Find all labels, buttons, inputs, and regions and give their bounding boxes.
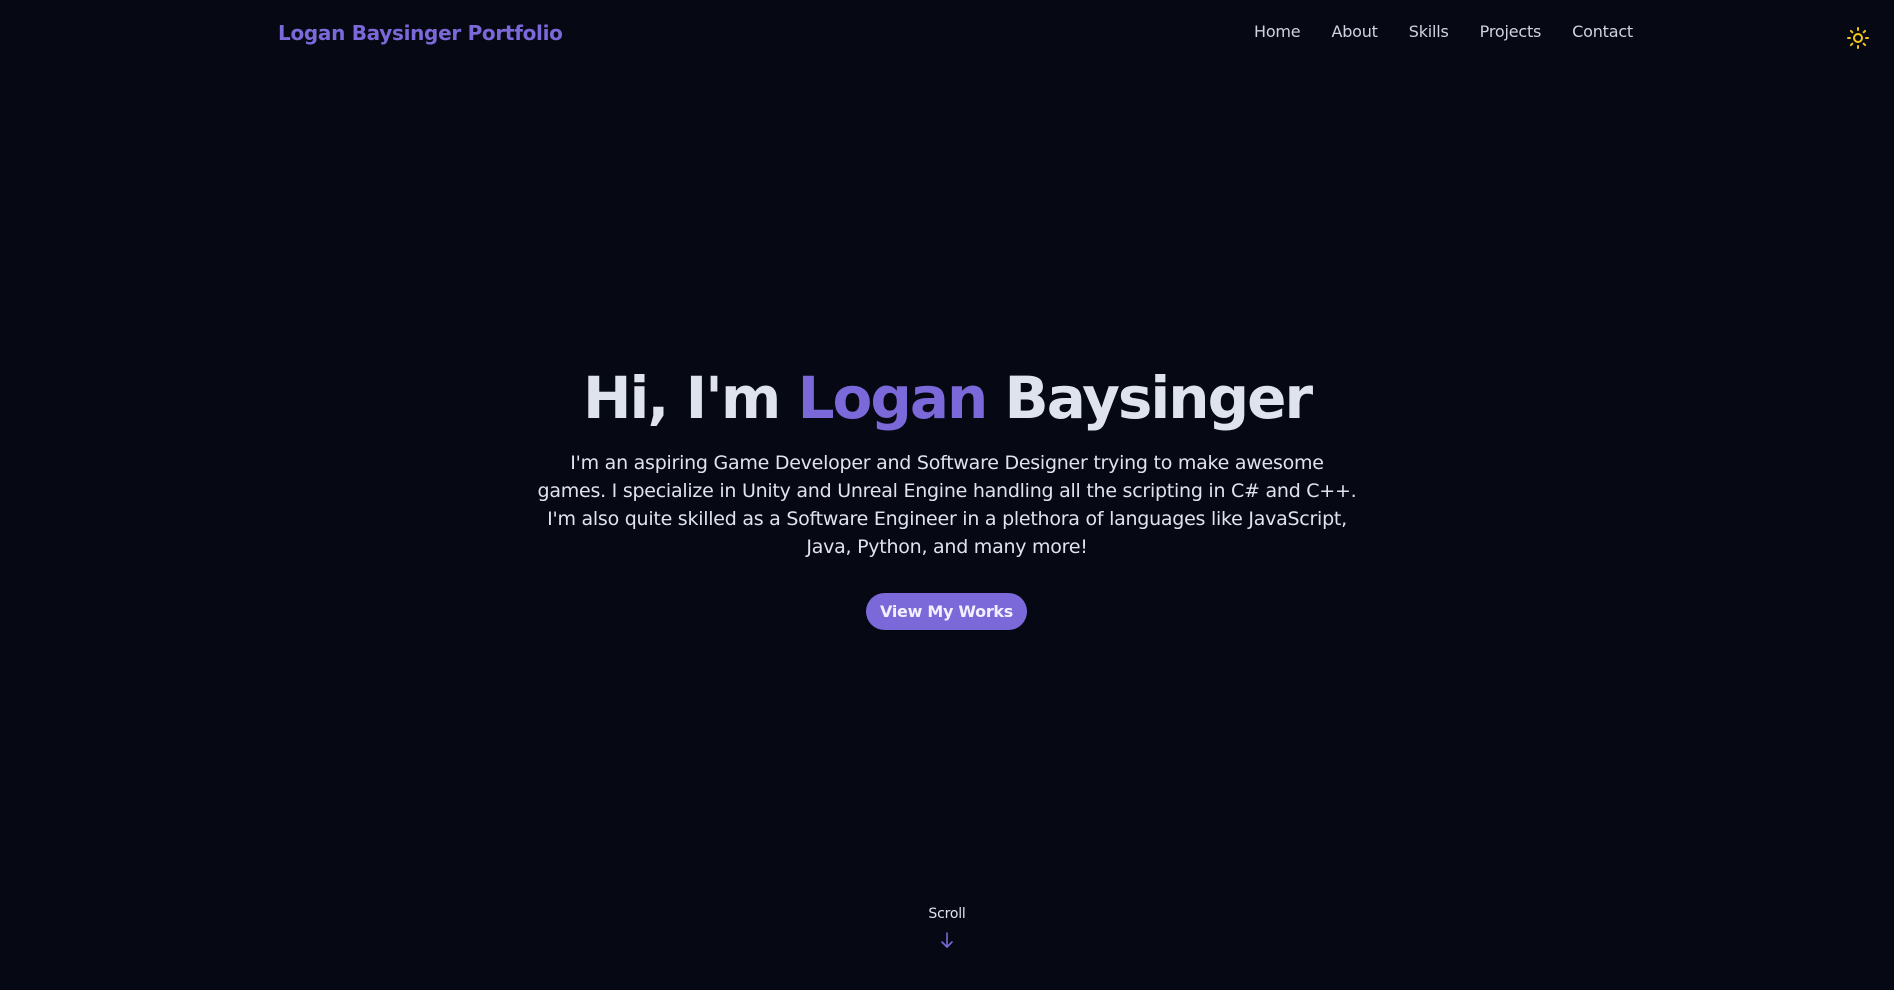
nav-link-contact[interactable]: Contact xyxy=(1572,22,1633,42)
arrow-down-icon xyxy=(941,932,953,948)
scroll-indicator[interactable]: Scroll xyxy=(897,905,997,949)
scroll-label: Scroll xyxy=(928,906,966,922)
hero-last-name: Baysinger xyxy=(1004,364,1314,432)
nav-link-skills[interactable]: Skills xyxy=(1409,22,1449,42)
theme-toggle-button[interactable] xyxy=(1846,26,1870,50)
nav-link-projects[interactable]: Projects xyxy=(1480,22,1542,42)
nav-links: Home About Skills Projects Contact xyxy=(1254,22,1633,42)
page: Logan Baysinger Portfolio Home About Ski… xyxy=(0,0,1894,990)
hero-title: Hi, I'm Logan Baysinger xyxy=(0,362,1894,434)
sun-icon xyxy=(1847,27,1869,49)
hero-first-name: Logan xyxy=(797,364,989,432)
hero-description: I'm an aspiring Game Developer and Softw… xyxy=(537,452,1357,558)
nav-link-about[interactable]: About xyxy=(1331,22,1378,42)
hero-greeting: Hi, I'm xyxy=(582,364,781,432)
brand-logo-link[interactable]: Logan Baysinger Portfolio xyxy=(278,20,563,46)
nav-link-home[interactable]: Home xyxy=(1254,22,1301,42)
navbar: Logan Baysinger Portfolio Home About Ski… xyxy=(0,0,1894,66)
view-my-works-button[interactable]: View My Works xyxy=(866,593,1027,630)
